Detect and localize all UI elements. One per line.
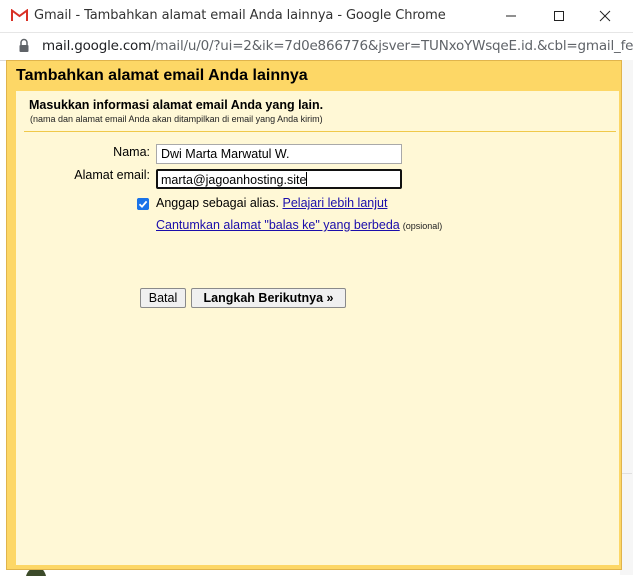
url-path: /mail/u/0/?ui=2&ik=7d0e866776&jsver=TUNx… xyxy=(151,38,633,54)
email-field[interactable]: marta@jagoanhosting.site xyxy=(156,169,402,189)
optional-label: (opsional) xyxy=(402,221,443,231)
window-titlebar: Gmail - Tambahkan alamat email Anda lain… xyxy=(0,0,633,33)
instruction-heading: Masukkan informasi alamat email Anda yan… xyxy=(29,98,324,112)
email-label: Alamat email: xyxy=(74,168,150,182)
name-field[interactable]: Dwi Marta Marwatul W. xyxy=(156,144,402,164)
cancel-button[interactable]: Batal xyxy=(140,288,186,308)
close-icon[interactable] xyxy=(594,5,616,27)
alias-label: Anggap sebagai alias. xyxy=(156,196,280,210)
url-domain: mail.google.com xyxy=(42,38,152,54)
learn-more-link[interactable]: Pelajari lebih lanjut xyxy=(283,196,388,210)
dialog-body: Masukkan informasi alamat email Anda yan… xyxy=(16,91,619,565)
url-text: mail.google.com/mail/u/0/?ui=2&ik=7d0e86… xyxy=(42,38,633,54)
text-cursor xyxy=(306,172,308,186)
divider xyxy=(24,131,616,132)
address-bar[interactable]: mail.google.com/mail/u/0/?ui=2&ik=7d0e86… xyxy=(0,33,633,61)
lock-icon xyxy=(19,38,29,52)
next-step-button[interactable]: Langkah Berikutnya » xyxy=(191,288,346,308)
name-label: Nama: xyxy=(113,145,150,159)
reply-to-row: Cantumkan alamat "balas ke" yang berbeda… xyxy=(156,218,442,232)
add-email-dialog: Tambahkan alamat email Anda lainnya Masu… xyxy=(6,60,622,570)
alias-checkbox[interactable] xyxy=(137,198,149,210)
instruction-note: (nama dan alamat email Anda akan ditampi… xyxy=(30,114,323,124)
maximize-icon[interactable] xyxy=(548,5,570,27)
email-value: marta@jagoanhosting.site xyxy=(161,173,307,187)
name-value: Dwi Marta Marwatul W. xyxy=(161,147,290,161)
dialog-title: Tambahkan alamat email Anda lainnya xyxy=(16,67,308,84)
window-title: Gmail - Tambahkan alamat email Anda lain… xyxy=(34,8,446,23)
minimize-icon[interactable] xyxy=(500,5,522,27)
alias-row: Anggap sebagai alias. Pelajari lebih lan… xyxy=(156,196,387,210)
gmail-logo-icon xyxy=(11,9,28,22)
reply-to-link[interactable]: Cantumkan alamat "balas ke" yang berbeda xyxy=(156,218,400,232)
